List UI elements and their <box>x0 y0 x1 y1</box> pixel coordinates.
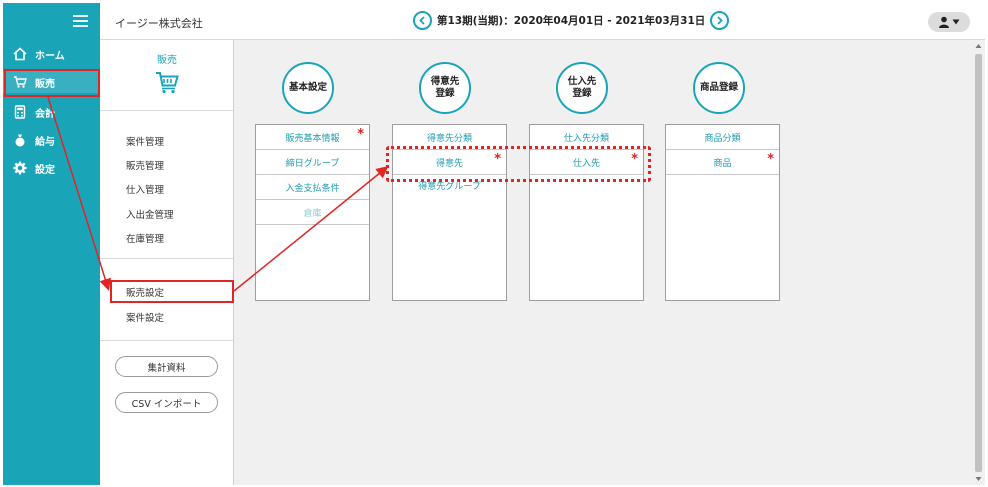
list-item[interactable]: 販売基本情報 * <box>256 125 369 150</box>
settings-content: 基本設定 得意先 登録 仕入先 登録 商品登録 販売基本情報 * 締日グループ … <box>234 40 972 485</box>
list-item-label: 商品分類 <box>704 133 741 144</box>
highlight-sales-nav <box>4 69 100 97</box>
csv-import-button[interactable]: CSV インポート <box>115 392 218 413</box>
user-icon <box>939 16 949 28</box>
list-item-label: 入金支払条件 <box>285 183 340 194</box>
sidebar-item-label: ホーム <box>35 50 65 62</box>
summary-report-button[interactable]: 集計資料 <box>115 356 218 377</box>
list-item[interactable]: 商品 * <box>666 150 779 175</box>
gear-icon <box>13 161 27 175</box>
period-label: 第13期(当期)：2020年04月01日 - 2021年03月31日 <box>437 15 706 27</box>
divider <box>100 110 233 111</box>
list-item[interactable]: 商品分類 <box>666 125 779 150</box>
category-product-registration[interactable]: 商品登録 <box>693 62 745 114</box>
list-item[interactable]: 入金支払条件 <box>256 175 369 200</box>
next-period-button[interactable] <box>710 11 730 30</box>
highlight-partner-items <box>386 146 651 182</box>
module-title: 販売 <box>157 55 177 66</box>
sidebar-item-label: 設定 <box>35 164 55 176</box>
basic-settings-card: 販売基本情報 * 締日グループ 入金支払条件 倉庫 <box>255 124 370 301</box>
list-item[interactable]: 締日グループ <box>256 150 369 175</box>
list-item-label: 締日グループ <box>285 158 340 169</box>
list-item-label: 販売基本情報 <box>285 133 340 144</box>
chevron-right-icon <box>717 16 724 25</box>
sidebar-item-payroll[interactable]: 給与 <box>3 129 100 151</box>
user-menu-button[interactable] <box>928 12 970 32</box>
period-selector: 第13期(当期)：2020年04月01日 - 2021年03月31日 <box>413 11 730 30</box>
product-registration-card: 商品分類 商品 * <box>665 124 780 301</box>
vertical-scrollbar[interactable] <box>972 40 985 485</box>
module-submenu: 販売 案件管理 販売管理 仕入管理 入出金管理 在庫管理 販売設定 案件設定 集… <box>100 40 234 485</box>
divider <box>100 258 233 259</box>
list-item-label: 倉庫 <box>303 208 322 219</box>
menu-link-purchase-management[interactable]: 仕入管理 <box>126 182 164 196</box>
chevron-left-icon <box>419 16 425 25</box>
company-name: イージー株式会社 <box>115 17 203 30</box>
header: イージー株式会社 第13期(当期)：2020年04月01日 - 2021年03月… <box>100 3 985 40</box>
scroll-down-arrow-icon[interactable] <box>975 476 982 482</box>
category-customer-registration[interactable]: 得意先 登録 <box>419 62 471 114</box>
required-mark: * <box>767 152 774 167</box>
home-icon <box>13 47 27 61</box>
caret-down-icon <box>952 19 960 25</box>
highlight-sales-settings <box>110 280 234 303</box>
menu-link-payments[interactable]: 入出金管理 <box>126 207 174 221</box>
cart-icon <box>155 70 179 97</box>
menu-link-inventory[interactable]: 在庫管理 <box>126 231 164 245</box>
previous-period-button[interactable] <box>413 11 432 30</box>
money-bag-icon <box>13 133 27 147</box>
scroll-up-arrow-icon[interactable] <box>975 43 982 49</box>
list-item[interactable]: 倉庫 <box>256 200 369 225</box>
hamburger-menu-icon[interactable] <box>73 15 88 27</box>
menu-link-sales-management[interactable]: 販売管理 <box>126 158 164 172</box>
sidebar-item-home[interactable]: ホーム <box>3 43 100 65</box>
sidebar-item-accounting[interactable]: 会計 <box>3 101 100 123</box>
scroll-thumb[interactable] <box>975 54 982 472</box>
list-item-label: 得意先分類 <box>426 133 472 144</box>
menu-link-project-settings[interactable]: 案件設定 <box>126 310 164 324</box>
list-item-label: 仕入先分類 <box>563 133 609 144</box>
category-basic-settings[interactable]: 基本設定 <box>282 62 334 114</box>
menu-link-projects[interactable]: 案件管理 <box>126 134 164 148</box>
sidebar-item-label: 給与 <box>35 136 55 148</box>
sidebar-item-settings[interactable]: 設定 <box>3 157 100 179</box>
required-mark: * <box>357 127 364 142</box>
sidebar-item-label: 会計 <box>35 108 55 120</box>
divider <box>100 340 233 341</box>
category-supplier-registration[interactable]: 仕入先 登録 <box>556 62 608 114</box>
calculator-icon <box>13 105 27 119</box>
list-item-label: 商品 <box>713 158 732 169</box>
